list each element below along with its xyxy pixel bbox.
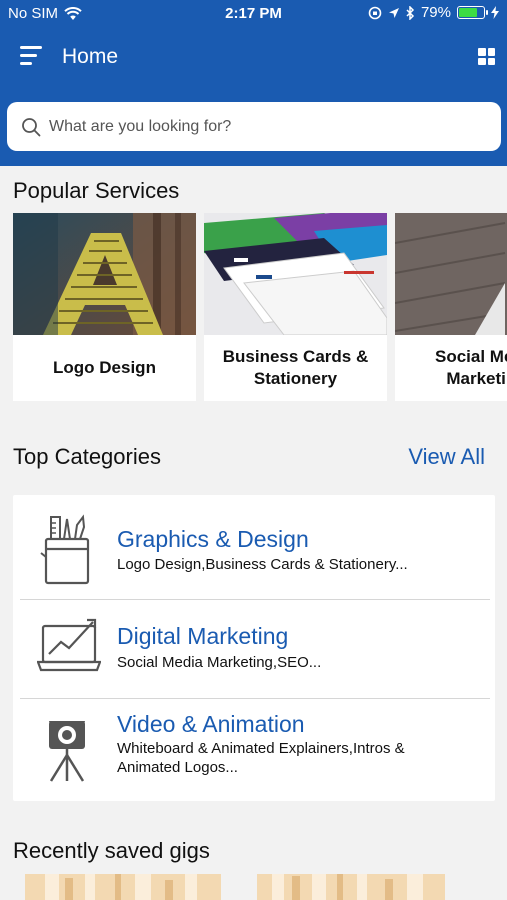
- saved-gig-thumbnail[interactable]: [257, 874, 445, 900]
- category-title: Video & Animation: [117, 711, 305, 737]
- top-categories-heading: Top Categories: [13, 444, 161, 469]
- category-digital-marketing[interactable]: Digital Marketing Social Media Marketing…: [13, 600, 495, 698]
- search-box[interactable]: [7, 102, 501, 151]
- recently-saved-heading: Recently saved gigs: [13, 838, 210, 863]
- battery-percent: 79%: [420, 4, 451, 21]
- battery-fill: [459, 8, 478, 17]
- search-container: [0, 100, 507, 166]
- service-label: Social Media Marketing: [435, 347, 507, 388]
- popular-services-heading: Popular Services: [13, 178, 180, 203]
- category-subtitle: Whiteboard & Animated Explainers,Intros …: [117, 740, 405, 776]
- category-title: Digital Marketing: [117, 623, 289, 649]
- category-title: Graphics & Design: [117, 526, 309, 552]
- battery-icon: [457, 6, 488, 19]
- bluetooth-icon: [406, 5, 415, 20]
- service-card-logo-design[interactable]: Logo Design: [13, 213, 196, 401]
- page-title: Home: [62, 45, 119, 68]
- service-label: Logo Design: [53, 358, 156, 377]
- logo-design-image: [13, 213, 196, 335]
- saved-gig-thumbnail[interactable]: [25, 874, 221, 900]
- category-subtitle: Logo Design,Business Cards & Stationery.…: [117, 556, 408, 573]
- service-card-business-cards[interactable]: Business Cards & Stationery: [204, 213, 387, 401]
- service-card-social-media[interactable]: Social Media Marketing: [395, 213, 507, 401]
- categories-list: Graphics & Design Logo Design,Business C…: [13, 495, 495, 801]
- design-tools-cup-icon: [40, 514, 90, 585]
- service-label: Business Cards & Stationery: [222, 347, 369, 388]
- location-icon: [388, 7, 399, 18]
- popular-services-carousel[interactable]: Logo Design Business Cards & Stationery: [13, 213, 507, 401]
- view-all-link[interactable]: View All: [408, 444, 485, 470]
- search-icon: [22, 117, 41, 136]
- nav-bar: Home: [0, 28, 507, 100]
- social-media-image: [395, 213, 507, 335]
- category-video-animation[interactable]: Video & Animation Whiteboard & Animated …: [13, 699, 495, 801]
- film-camera-icon: [49, 721, 85, 782]
- status-right: 79%: [368, 4, 499, 21]
- category-subtitle: Social Media Marketing,SEO...: [117, 654, 322, 671]
- hamburger-menu-icon[interactable]: [20, 46, 44, 68]
- status-bar: No SIM 2:17 PM 79%: [0, 0, 507, 28]
- grid-view-icon[interactable]: [478, 48, 495, 65]
- business-cards-image: [204, 213, 387, 335]
- search-input[interactable]: [49, 117, 469, 136]
- category-graphics-design[interactable]: Graphics & Design Logo Design,Business C…: [13, 495, 495, 599]
- orientation-lock-icon: [368, 6, 382, 19]
- charging-icon: [491, 6, 499, 19]
- laptop-chart-icon: [37, 618, 101, 672]
